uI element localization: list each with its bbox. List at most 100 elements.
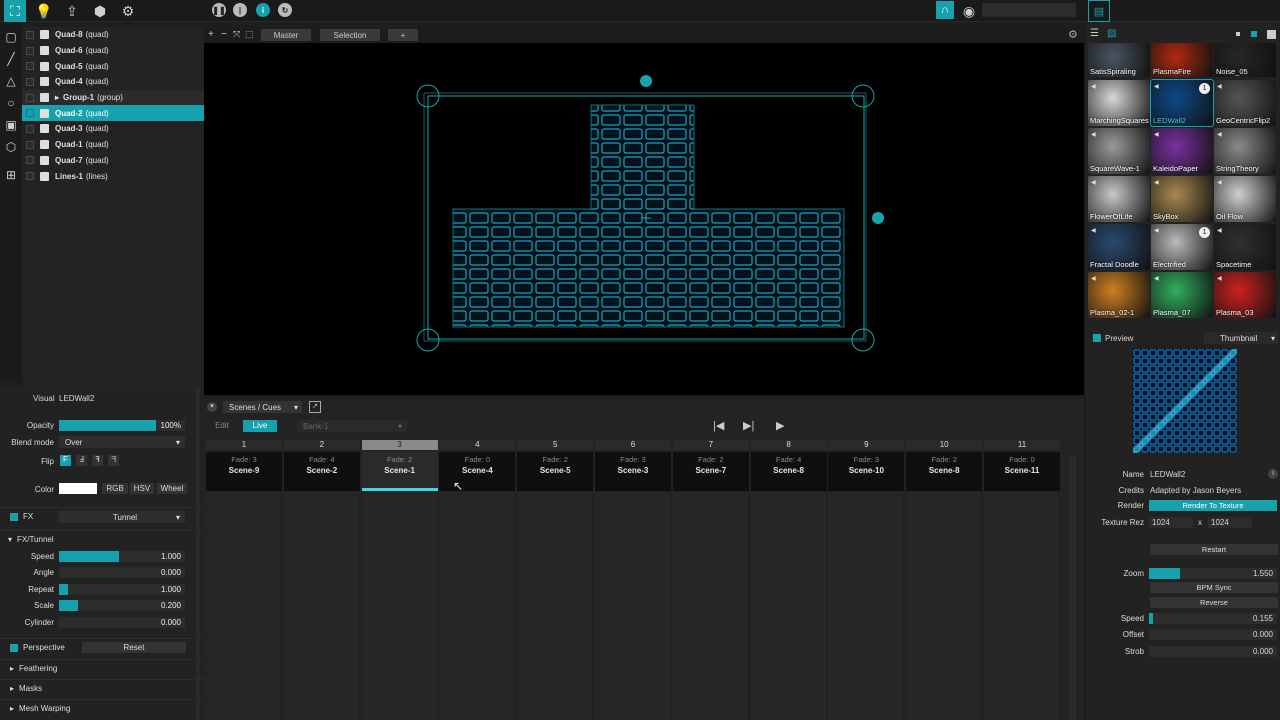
- lock-icon[interactable]: [40, 61, 49, 71]
- props-scrollbar[interactable]: [196, 387, 200, 720]
- cue-column-number[interactable]: 9: [828, 440, 905, 450]
- back-icon[interactable]: ◀: [1154, 83, 1159, 90]
- play-icon[interactable]: ▶: [776, 419, 784, 432]
- layer-row[interactable]: Quad-7 (quad): [22, 153, 204, 169]
- cue-empty-column[interactable]: [828, 492, 905, 720]
- next-icon[interactable]: ▶|: [743, 419, 754, 432]
- hsv-button[interactable]: HSV: [130, 483, 154, 494]
- cue-cell[interactable]: Fade: 4 Scene-8: [750, 452, 827, 491]
- refresh-icon[interactable]: ↻: [278, 3, 292, 17]
- settings-icon[interactable]: ⚙: [1068, 28, 1078, 41]
- back-icon[interactable]: ◀: [1091, 131, 1096, 138]
- cue-empty-column[interactable]: [206, 492, 282, 720]
- lock-icon[interactable]: [40, 77, 49, 87]
- library-thumbnail[interactable]: PlasmaFire: [1151, 43, 1213, 77]
- edit-tab[interactable]: Edit: [210, 420, 234, 432]
- flip-both-button[interactable]: ᖷ: [108, 455, 119, 466]
- cue-empty-column[interactable]: [984, 492, 1060, 720]
- flip-h-button[interactable]: Ⅎ: [76, 455, 87, 466]
- layer-row[interactable]: Quad-1 (quad): [22, 137, 204, 153]
- cue-column-number[interactable]: 4: [439, 440, 516, 450]
- output-dropdown[interactable]: [982, 3, 1076, 17]
- lock-icon[interactable]: [40, 155, 49, 165]
- cue-empty-column[interactable]: [517, 492, 594, 720]
- library-thumbnail[interactable]: SatisSpiraling: [1088, 43, 1150, 77]
- cue-cell[interactable]: Fade: 2 Scene-7: [672, 452, 749, 491]
- param-slider[interactable]: 0.000: [59, 616, 185, 628]
- cubes-icon[interactable]: ⬢: [89, 0, 111, 22]
- lock-icon[interactable]: [40, 171, 49, 181]
- add-folder-icon[interactable]: ⊞: [0, 164, 22, 186]
- cue-cell[interactable]: Fade: 4 Scene-2: [283, 452, 360, 491]
- list-view-icon[interactable]: ☰: [1090, 28, 1099, 39]
- reset-button[interactable]: Reset: [82, 642, 186, 653]
- add-cube-icon[interactable]: ⬡: [0, 136, 22, 158]
- cue-cell[interactable]: Fade: 2 Scene-8: [906, 452, 983, 491]
- cue-cell[interactable]: Fade: 0 Scene-4: [439, 452, 516, 491]
- cue-cell[interactable]: Fade: 3 Scene-9: [206, 452, 282, 491]
- lock-icon[interactable]: [40, 140, 49, 150]
- back-icon[interactable]: ◀: [1091, 83, 1096, 90]
- layer-row[interactable]: Quad-8 (quad): [22, 27, 204, 43]
- library-thumbnail[interactable]: ◀ StringTheory: [1214, 128, 1276, 174]
- offset-slider[interactable]: 0.000: [1149, 628, 1277, 640]
- param-slider[interactable]: 1.000: [59, 583, 185, 595]
- mesh-warping-header[interactable]: ▸ Mesh Warping: [0, 699, 204, 717]
- texture-height-input[interactable]: 1024: [1208, 516, 1252, 528]
- zoom-out-icon[interactable]: −: [221, 29, 227, 40]
- layer-row[interactable]: Quad-4 (quad): [22, 74, 204, 90]
- large-grid-icon[interactable]: [1267, 30, 1276, 39]
- cue-empty-column[interactable]: [906, 492, 983, 720]
- cue-cell[interactable]: Fade: 3 Scene-3: [595, 452, 671, 491]
- cue-cell[interactable]: Fade: 2 Scene-5: [517, 452, 594, 491]
- library-thumbnail[interactable]: ◀ Fractal Doodle: [1088, 224, 1150, 270]
- library-thumbnail[interactable]: ◀ Oil Flow: [1214, 176, 1276, 222]
- live-tab[interactable]: Live: [243, 420, 277, 432]
- back-icon[interactable]: ◀: [1217, 275, 1222, 282]
- back-icon[interactable]: ◀: [1154, 131, 1159, 138]
- layer-row-group[interactable]: ▸ Group-1 (group): [22, 89, 204, 106]
- document-icon[interactable]: ▤: [1088, 0, 1110, 22]
- rgb-button[interactable]: RGB: [102, 483, 128, 494]
- lock-icon[interactable]: [40, 124, 49, 134]
- layer-row[interactable]: Lines-1 (lines): [22, 168, 204, 184]
- cue-cell[interactable]: Fade: 2 Scene-1: [361, 452, 438, 491]
- feathering-header[interactable]: ▸ Feathering: [0, 659, 204, 677]
- color-swatch[interactable]: [59, 483, 97, 494]
- flip-v-button[interactable]: ꟻ: [92, 455, 103, 466]
- param-slider[interactable]: 1.000: [59, 550, 185, 562]
- reverse-button[interactable]: Reverse: [1150, 597, 1278, 608]
- back-icon[interactable]: ◀: [1154, 179, 1159, 186]
- add-circle-icon[interactable]: ○: [0, 92, 22, 114]
- info-icon[interactable]: i: [1268, 469, 1278, 479]
- back-icon[interactable]: ◀: [1217, 179, 1222, 186]
- param-slider[interactable]: 0.000: [59, 567, 185, 579]
- back-icon[interactable]: ◀: [1217, 83, 1222, 90]
- cue-empty-column[interactable]: [595, 492, 671, 720]
- rotate-handle[interactable]: [640, 75, 652, 87]
- medium-grid-icon[interactable]: [1251, 31, 1257, 37]
- bulb-icon[interactable]: 💡: [33, 0, 55, 22]
- image-view-icon[interactable]: ▨: [1107, 28, 1116, 39]
- pause-icon[interactable]: ❚❚: [212, 3, 226, 17]
- add-rect-icon[interactable]: ▢: [0, 26, 22, 48]
- add-mask-icon[interactable]: ▣: [0, 114, 22, 136]
- library-thumbnail[interactable]: ◀ FlowerOfLife: [1088, 176, 1150, 222]
- info-icon[interactable]: i: [256, 3, 270, 17]
- library-thumbnail[interactable]: ◀ SquareWave-1: [1088, 128, 1150, 174]
- cue-empty-column[interactable]: [672, 492, 749, 720]
- back-icon[interactable]: ◀: [1217, 131, 1222, 138]
- cue-column-number[interactable]: 7: [672, 440, 749, 450]
- library-thumbnail[interactable]: Noise_05: [1214, 43, 1276, 77]
- library-thumbnail[interactable]: ◀ KaleidoPaper: [1151, 128, 1213, 174]
- cue-column-number[interactable]: 5: [517, 440, 594, 450]
- back-icon[interactable]: ◀: [1091, 179, 1096, 186]
- lock-icon[interactable]: [40, 46, 49, 56]
- library-thumbnail[interactable]: ◀ GeoCentricFlip2: [1214, 80, 1276, 126]
- back-icon[interactable]: ◀: [1091, 275, 1096, 282]
- lock-icon[interactable]: [40, 93, 49, 103]
- side-handle[interactable]: [872, 212, 884, 224]
- lock-icon[interactable]: [40, 30, 49, 40]
- export-icon[interactable]: ⇪: [61, 0, 83, 22]
- library-thumbnail[interactable]: ◀ Plasma_03: [1214, 272, 1276, 318]
